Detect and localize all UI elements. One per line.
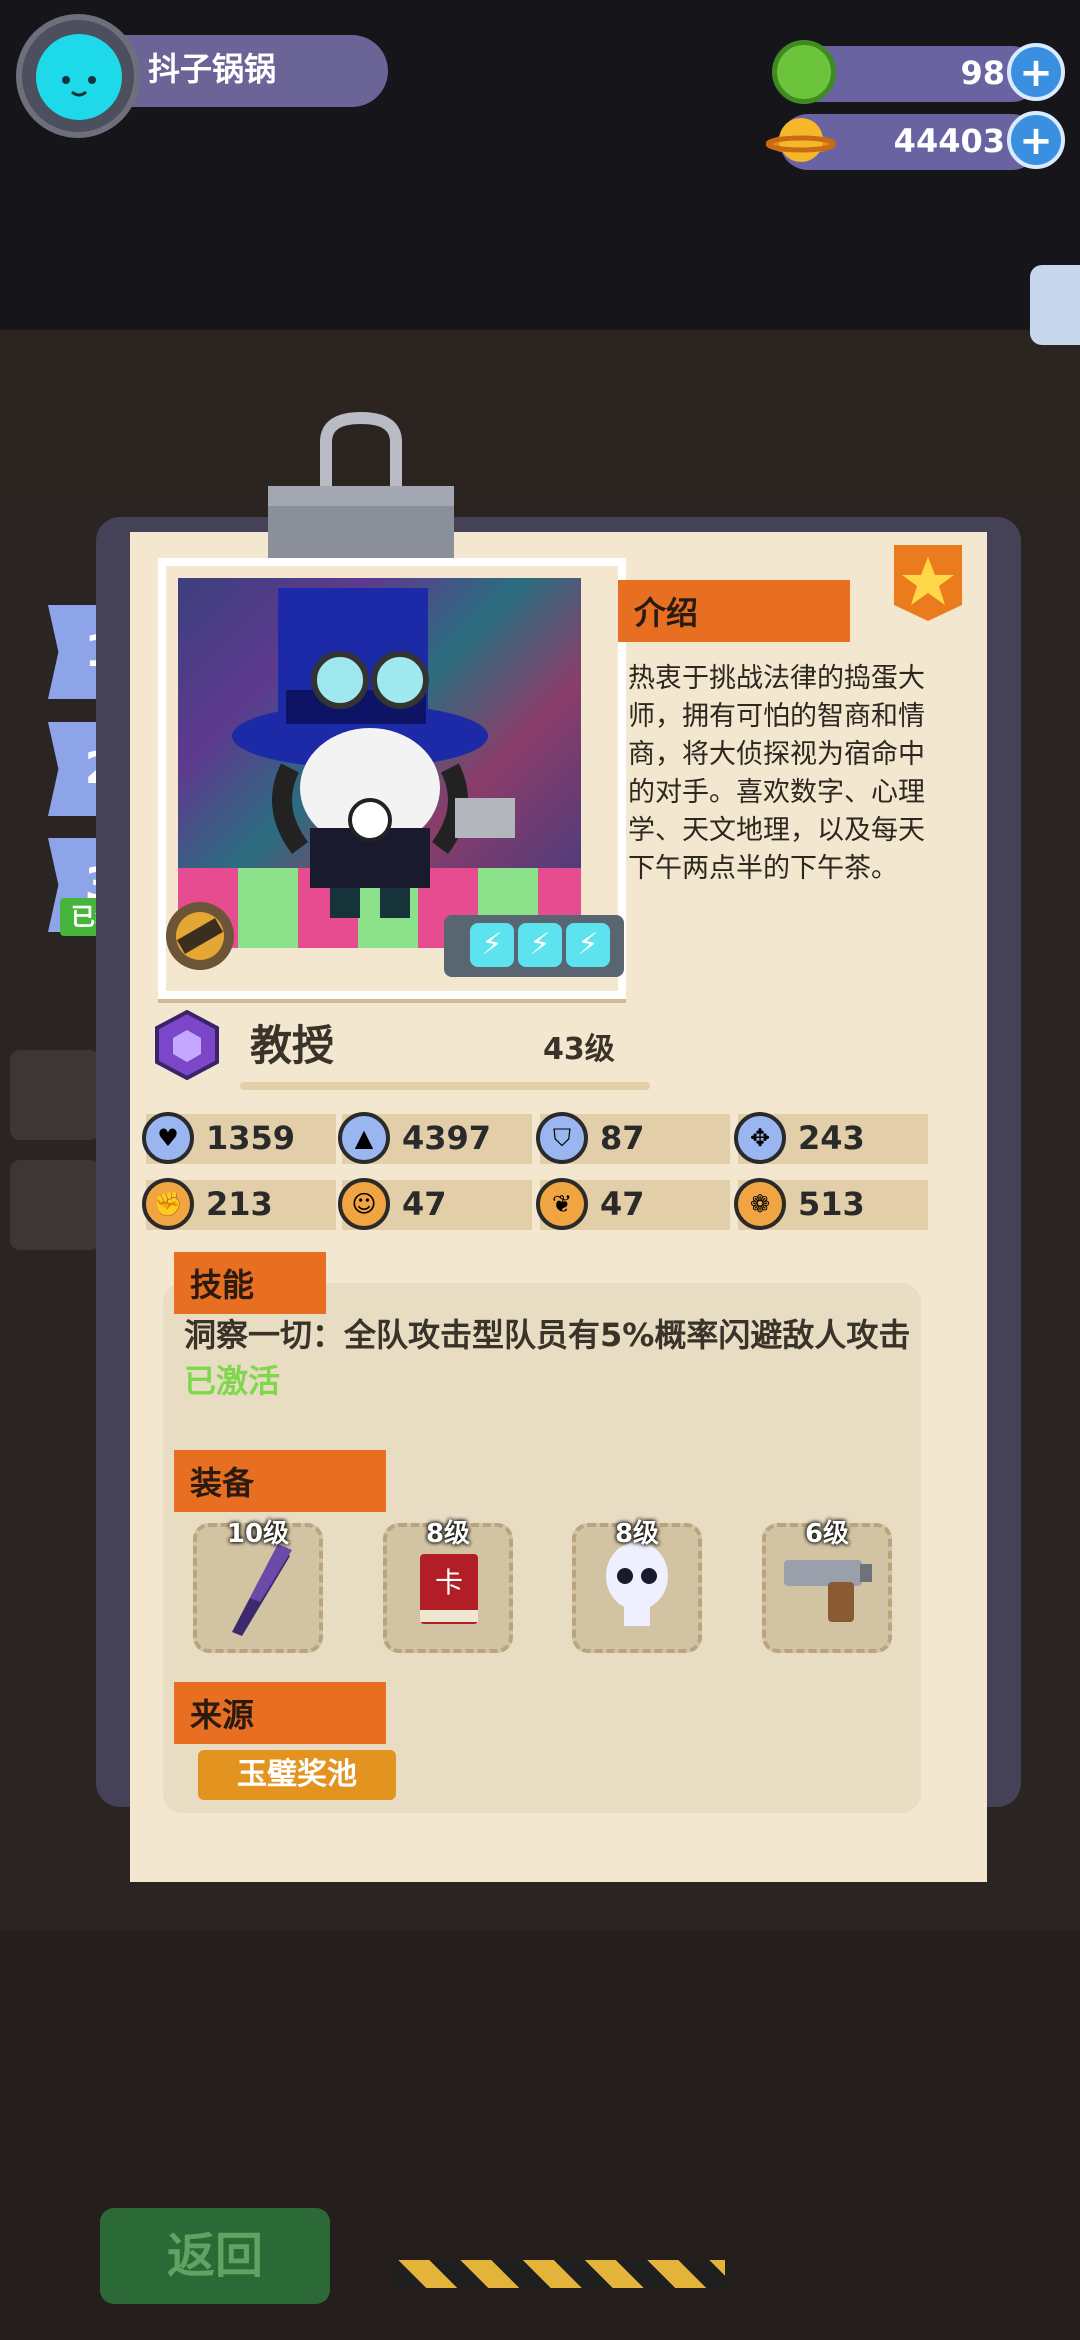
skill-tag: 技能 [174,1252,326,1314]
lightning-icon: ⚡ [470,923,514,967]
stat-value: 87 [600,1119,645,1157]
stat-value: 47 [600,1185,645,1223]
binder-clip-icon [268,411,454,582]
back-button[interactable]: 返回 [100,2208,330,2304]
gem-count: 98 [960,54,1005,92]
muscle-icon: ❦ [536,1178,588,1230]
equipment-level: 10级 [226,1519,290,1549]
stat-value: 47 [402,1185,447,1223]
equipment-level: 8级 [614,1519,660,1549]
background-side-tab [10,1160,100,1250]
class-hexagon-icon [155,1009,219,1081]
brain-icon: ❁ [734,1178,786,1230]
avatar-cat-icon [36,34,122,120]
fist-icon: ✊ [142,1178,194,1230]
add-coins-button[interactable]: + [1007,111,1065,169]
rarity-star-icon [894,545,962,621]
shield-icon: ⛉ [536,1112,588,1164]
stat-value: 513 [798,1185,865,1223]
add-gems-button[interactable]: + [1007,43,1065,101]
skull-icon [604,1540,670,1630]
background-shelf [0,330,1080,510]
speed-icon: ✥ [734,1112,786,1164]
attack-icon: ▲ [338,1112,390,1164]
character-description: 热衷于挑战法律的捣蛋大师，拥有可怕的智商和情商，将大侦探视为宿命中的对手。喜欢数… [628,663,925,884]
source-link-button[interactable]: 玉璧奖池 [198,1750,396,1800]
intro-tag: 介绍 [618,580,850,642]
svg-text:卡: 卡 [435,1566,463,1599]
stat-value: 1359 [206,1119,296,1157]
skill-status: 已激活 [184,1362,281,1400]
gear-badge-icon [162,898,238,974]
heart-icon: ♥ [142,1112,194,1164]
background-side-tab [10,1050,100,1140]
pistol-icon [780,1552,876,1624]
umbrella-icon [220,1540,300,1640]
coin-count: 44403 [893,122,1005,160]
stat-value: 243 [798,1119,865,1157]
source-tag: 来源 [174,1682,386,1744]
name-underline [240,1082,650,1090]
smile-icon: ☺ [338,1178,390,1230]
book-icon: 卡 [418,1552,480,1626]
lightning-icon: ⚡ [518,923,562,967]
equipment-level: 6级 [804,1519,850,1549]
lightning-icon: ⚡ [566,923,610,967]
professor-character-image [230,558,530,918]
skill-text: 洞察一切：全队攻击型队员有5%概率闪避敌人攻击 [184,1316,911,1354]
character-level: 43级 [543,1032,615,1067]
character-name: 教授 [250,1021,335,1070]
equipment-tag: 装备 [174,1450,386,1512]
stat-value: 213 [206,1185,273,1223]
hazard-stripe [395,2260,725,2288]
equipment-level: 8级 [425,1519,471,1549]
side-menu-tab[interactable] [1030,265,1080,345]
stat-value: 4397 [402,1119,492,1157]
player-name: 抖子锅锅 [148,50,277,88]
skill-description: 洞察一切：全队攻击型队员有5%概率闪避敌人攻击 已激活 [184,1312,924,1404]
